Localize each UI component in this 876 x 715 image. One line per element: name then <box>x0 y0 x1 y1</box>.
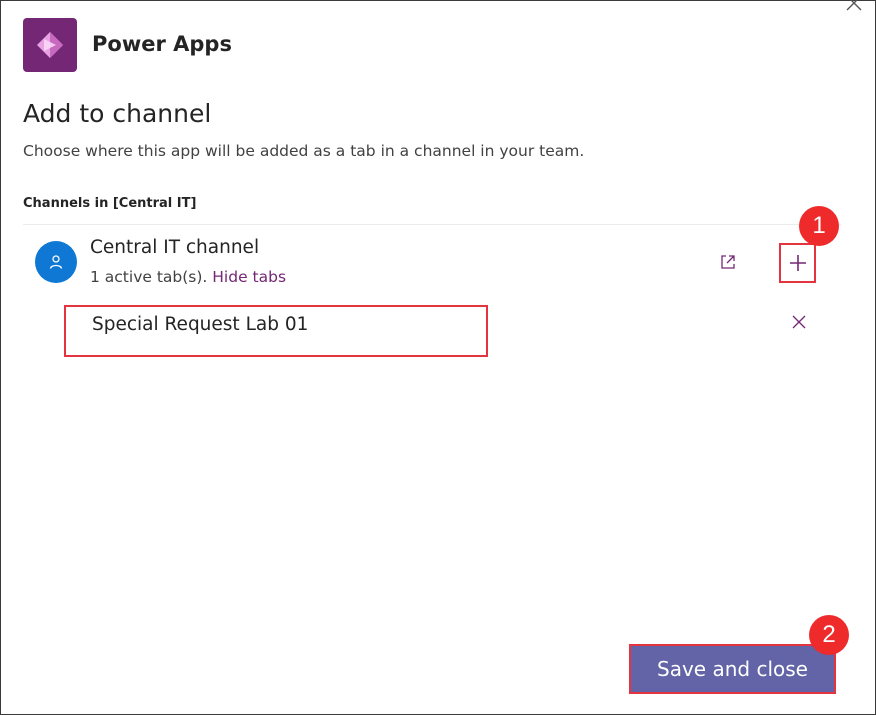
dialog-title: Add to channel <box>23 99 212 128</box>
tab-name: Special Request Lab 01 <box>92 314 309 335</box>
close-icon[interactable] <box>844 0 864 13</box>
power-apps-logo-icon <box>23 18 77 72</box>
add-tab-button[interactable] <box>779 243 816 283</box>
active-tabs-count: 1 active tab(s). <box>90 268 208 286</box>
channels-section-label: Channels in [Central IT] <box>23 196 197 211</box>
app-title: Power Apps <box>92 32 232 56</box>
plus-icon <box>789 255 806 271</box>
dialog-description: Choose where this app will be added as a… <box>23 142 585 160</box>
step-badge-1: 1 <box>799 206 839 246</box>
hide-tabs-link[interactable]: Hide tabs <box>212 268 286 286</box>
open-external-icon[interactable] <box>719 253 737 271</box>
dialog-window: Power Apps Add to channel Choose where t… <box>0 0 876 715</box>
divider <box>23 224 841 225</box>
person-icon <box>49 255 63 269</box>
remove-tab-icon[interactable] <box>790 313 808 331</box>
tab-item: Special Request Lab 01 <box>64 305 488 357</box>
save-and-close-button[interactable]: Save and close <box>629 644 836 694</box>
channel-meta: 1 active tab(s). Hide tabs <box>90 268 286 286</box>
channel-name: Central IT channel <box>90 237 260 258</box>
channel-avatar <box>35 241 77 283</box>
step-badge-2: 2 <box>809 615 849 655</box>
